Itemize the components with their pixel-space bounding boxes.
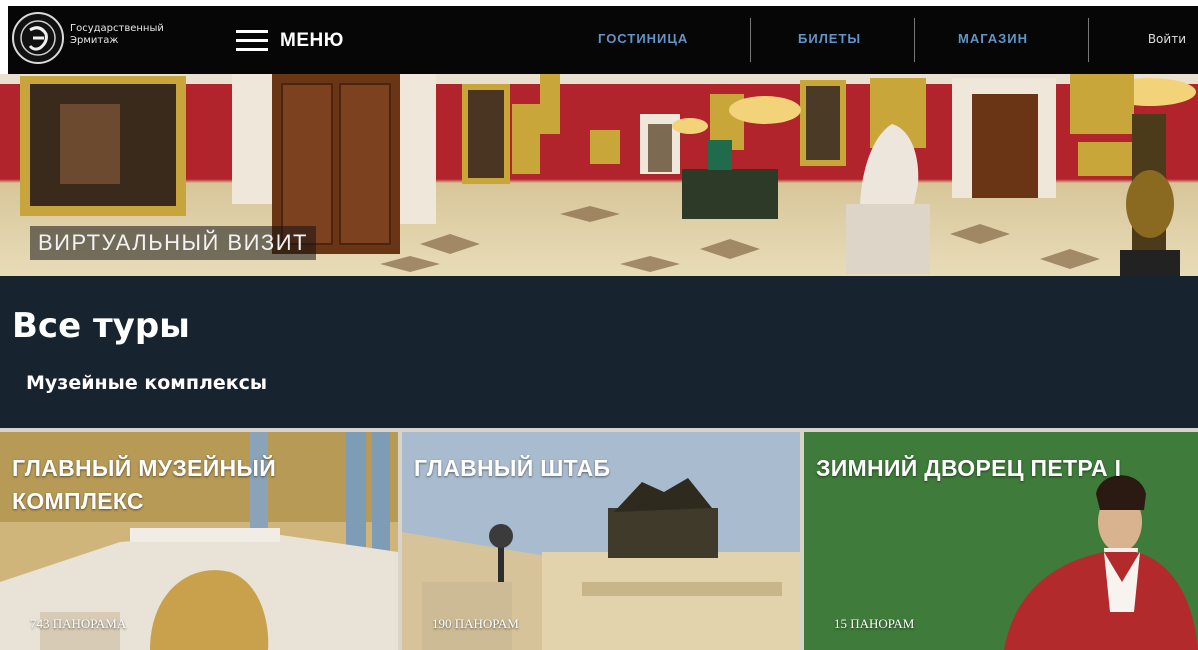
card-title: ГЛАВНЫЙ ШТАБ [414,455,611,481]
section-title: Музейные комплексы [26,372,268,394]
logo-text-line2: Эрмитаж [70,35,119,46]
logo-text[interactable]: Государственный Эрмитаж [70,23,190,47]
logo-text-line1: Государственный [70,23,164,34]
login-link[interactable]: Войти [1148,32,1186,46]
card-main-museum-complex[interactable]: ГЛАВНЫЙ МУЗЕЙНЫЙ КОМПЛЕКС 743 ПАНОРАМА [0,432,398,650]
card-general-staff[interactable]: ГЛАВНЫЙ ШТАБ 190 ПАНОРАМ [402,432,800,650]
card-title: ЗИМНИЙ ДВОРЕЦ ПЕТРА I [816,455,1122,481]
museum-complex-cards: ГЛАВНЫЙ МУЗЕЙНЫЙ КОМПЛЕКС 743 ПАНОРАМА Г… [0,428,1198,650]
nav-link-hotel[interactable]: ГОСТИНИЦА [598,31,688,46]
card-panorama-count: 190 ПАНОРАМ [432,616,519,631]
virtual-visit-hero[interactable]: ВИРТУАЛЬНЫЙ ВИЗИТ [0,74,1198,276]
card-title: ГЛАВНЫЙ МУЗЕЙНЫЙ КОМПЛЕКС [12,455,277,514]
hamburger-menu-icon [236,30,268,52]
tours-header-section: Все туры Музейные комплексы [0,276,1198,428]
page-title: Все туры [12,306,190,346]
menu-button[interactable]: МЕНЮ [236,26,344,56]
hermitage-logo-icon[interactable] [12,12,64,64]
nav-divider [750,18,751,62]
card-winter-palace-peter[interactable]: ЗИМНИЙ ДВОРЕЦ ПЕТРА I 15 ПАНОРАМ [804,432,1198,650]
nav-link-shop[interactable]: МАГАЗИН [958,31,1028,46]
card-panorama-count: 15 ПАНОРАМ [834,616,915,631]
nav-divider [1088,18,1089,62]
nav-link-tickets[interactable]: БИЛЕТЫ [798,31,861,46]
nav-divider [914,18,915,62]
top-navigation-bar: Государственный Эрмитаж МЕНЮ ГОСТИНИЦА Б… [8,6,1198,74]
menu-label: МЕНЮ [280,30,344,51]
card-panorama-count: 743 ПАНОРАМА [30,616,127,631]
virtual-visit-label[interactable]: ВИРТУАЛЬНЫЙ ВИЗИТ [30,226,316,260]
